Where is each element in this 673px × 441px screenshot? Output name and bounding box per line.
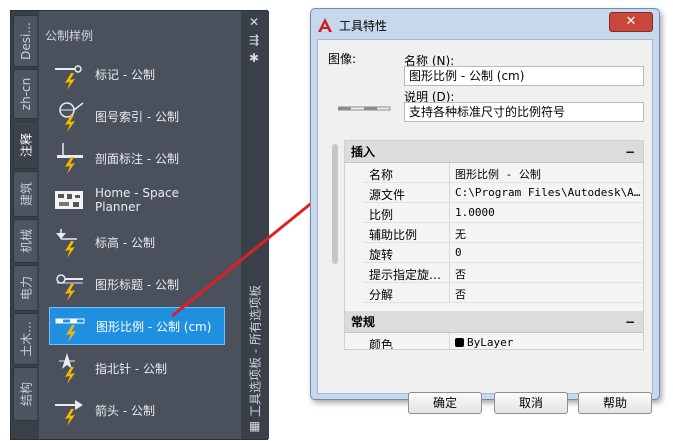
property-name: 名称: [369, 168, 394, 182]
section-title: 插入: [351, 145, 376, 159]
property-name: 源文件: [369, 188, 406, 202]
tool-image-preview: [337, 98, 394, 111]
name-field[interactable]: 图形比例 - 公制 (cm): [404, 66, 644, 86]
autocad-logo-icon: [317, 17, 333, 33]
properties-scrollbar[interactable]: [332, 144, 338, 264]
property-value: 0: [455, 246, 462, 259]
property-row[interactable]: 名称 图形比例 - 公制: [363, 163, 643, 183]
section-general-header[interactable]: 常规 −: [345, 311, 643, 333]
property-name: 分解: [369, 288, 394, 302]
property-row[interactable]: 比例 1.0000: [363, 203, 643, 223]
property-value: 无: [455, 228, 466, 241]
property-value: 图形比例 - 公制: [455, 168, 541, 181]
property-name: 颜色: [369, 338, 394, 350]
dialog-body: 图像: 名称 (N): 图形比例 - 公制 (cm) 说明 (D): 支持各种标…: [317, 39, 653, 414]
cancel-button[interactable]: 取消: [494, 392, 568, 414]
help-button[interactable]: 帮助: [578, 392, 652, 414]
property-value: C:\Program Files\Autodesk\A…: [455, 186, 641, 199]
ok-button[interactable]: 确定: [408, 392, 482, 414]
property-row[interactable]: 提示指定旋… 否: [363, 263, 643, 283]
section-title: 常规: [351, 315, 376, 329]
dialog-titlebar[interactable]: 工具特性: [317, 13, 387, 37]
property-value: 否: [455, 268, 466, 281]
dialog-close-button[interactable]: ✕: [609, 12, 653, 32]
property-value: 否: [455, 288, 466, 301]
property-name: 旋转: [369, 248, 394, 262]
properties-grid: 插入 − 名称 图形比例 - 公制 源文件 C:\Program Files\Aut…: [344, 140, 644, 350]
section-insert-header[interactable]: 插入 −: [345, 141, 643, 163]
property-row[interactable]: 颜色 ByLayer: [363, 333, 643, 350]
collapse-icon[interactable]: −: [625, 311, 635, 333]
property-row[interactable]: 分解 否: [363, 283, 643, 303]
image-label: 图像:: [328, 52, 357, 66]
property-row[interactable]: 源文件 C:\Program Files\Autodesk\A…: [363, 183, 643, 203]
dialog-title: 工具特性: [339, 18, 388, 33]
property-name: 辅助比例: [369, 228, 418, 242]
property-value: ByLayer: [467, 336, 514, 349]
property-row[interactable]: 辅助比例 无: [363, 223, 643, 243]
property-value: 1.0000: [455, 206, 495, 219]
color-swatch: [455, 338, 464, 347]
tool-properties-dialog: 工具特性 ✕ 图像: 名称 (N): 图形比例 - 公制 (cm) 说明 (D)…: [310, 8, 660, 414]
collapse-icon[interactable]: −: [625, 141, 635, 163]
description-field[interactable]: 支持各种标准尺寸的比例符号: [404, 102, 644, 122]
property-name: 提示指定旋…: [369, 268, 442, 282]
property-name: 比例: [369, 208, 394, 222]
property-row[interactable]: 旋转 0: [363, 243, 643, 263]
